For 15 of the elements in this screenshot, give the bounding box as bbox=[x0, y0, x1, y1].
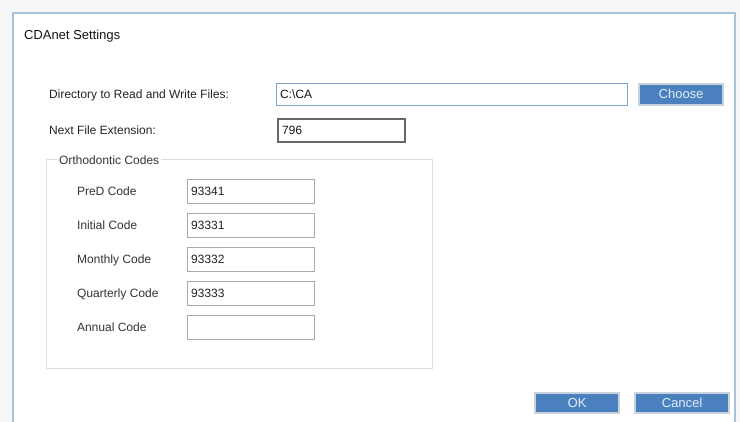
code-field[interactable]: 93332 bbox=[187, 246, 315, 272]
code-field[interactable]: 93333 bbox=[187, 280, 315, 306]
field-label: Monthly Code bbox=[77, 251, 152, 268]
directory-field[interactable]: C:\CA bbox=[276, 82, 628, 106]
code-field[interactable]: 93331 bbox=[187, 212, 315, 238]
code-field[interactable] bbox=[187, 314, 315, 340]
extension-field[interactable]: 796 bbox=[277, 118, 406, 142]
code-field[interactable]: 93341 bbox=[187, 178, 315, 204]
field-label: Directory to Read and Write Files: bbox=[49, 86, 230, 103]
field-label: Initial Code bbox=[77, 217, 138, 234]
window-title: CDAnet Settings bbox=[24, 26, 120, 44]
field-label: Quarterly Code bbox=[77, 285, 160, 302]
field-label: Next File Extension: bbox=[49, 122, 157, 139]
field-label: Annual Code bbox=[77, 319, 148, 336]
field-label: PreD Code bbox=[77, 183, 138, 200]
